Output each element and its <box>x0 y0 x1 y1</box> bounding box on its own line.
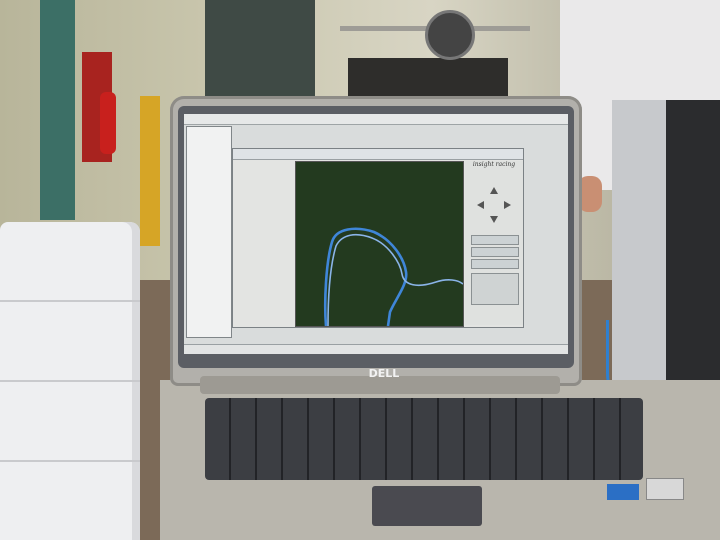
yellow-post <box>140 96 160 246</box>
box-seam <box>0 460 140 462</box>
laptop-keyboard[interactable] <box>205 398 643 480</box>
racing-app-window[interactable]: insight racing <box>232 148 524 328</box>
fire-extinguisher <box>100 92 116 154</box>
list-item[interactable] <box>233 181 293 191</box>
tripod-pillar <box>40 0 75 220</box>
list-item[interactable] <box>233 171 293 181</box>
insight-racing-logo: insight racing <box>472 161 516 168</box>
windows-sticker <box>646 478 684 500</box>
doorway <box>205 0 315 100</box>
list-item[interactable] <box>233 231 293 241</box>
list-item[interactable] <box>233 161 293 171</box>
direction-pad[interactable] <box>475 185 513 225</box>
control-button[interactable] <box>471 235 519 245</box>
laptop-touchpad[interactable] <box>372 486 482 526</box>
app-titlebar[interactable] <box>233 149 523 160</box>
control-panel: insight racing <box>465 161 523 325</box>
desktop-menubar[interactable] <box>184 114 568 125</box>
box-seam <box>0 300 140 302</box>
arrow-right-icon[interactable] <box>504 201 511 209</box>
laptop-screen: insight racing <box>184 114 568 354</box>
list-item[interactable] <box>233 221 293 231</box>
arrow-left-icon[interactable] <box>477 201 484 209</box>
status-box <box>471 273 519 305</box>
app-item-list[interactable] <box>233 161 293 327</box>
terminal-window[interactable] <box>186 126 232 338</box>
arrow-down-icon[interactable] <box>490 216 498 223</box>
desktop-taskbar[interactable] <box>184 344 568 354</box>
arrow-up-icon[interactable] <box>490 187 498 194</box>
intel-sticker <box>607 484 639 500</box>
list-item[interactable] <box>233 201 293 211</box>
list-item[interactable] <box>233 191 293 201</box>
track-map-svg <box>323 227 464 327</box>
control-button[interactable] <box>471 259 519 269</box>
track-map-view[interactable] <box>295 161 464 327</box>
box-seam <box>0 380 140 382</box>
list-item[interactable] <box>233 211 293 221</box>
dell-logo: DELL <box>368 367 400 380</box>
machine-fan <box>425 10 475 60</box>
control-button[interactable] <box>471 247 519 257</box>
